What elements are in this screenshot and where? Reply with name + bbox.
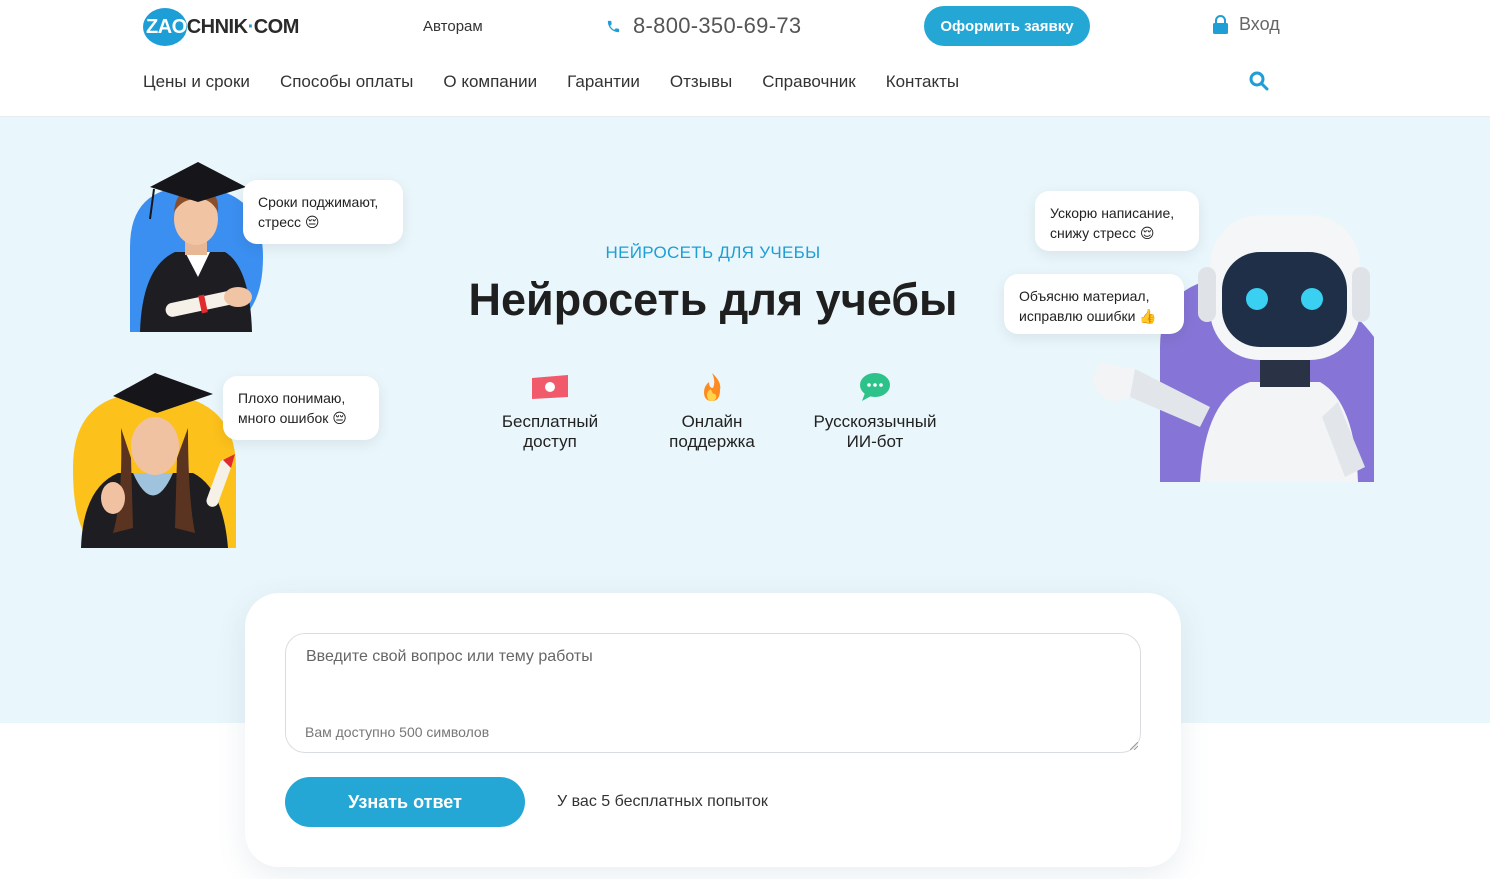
- student-female-illustration: [73, 373, 236, 548]
- fire-icon: [704, 373, 721, 401]
- nav-item-reference[interactable]: Справочник: [762, 72, 856, 92]
- money-icon: [532, 375, 568, 399]
- question-input[interactable]: [286, 634, 1140, 712]
- nav-item-prices[interactable]: Цены и сроки: [143, 72, 250, 92]
- order-button[interactable]: Оформить заявку: [924, 6, 1090, 46]
- nav-item-reviews[interactable]: Отзывы: [670, 72, 732, 92]
- nav-item-payment[interactable]: Способы оплаты: [280, 72, 413, 92]
- phone-icon: [607, 20, 620, 32]
- nav-item-guarantees[interactable]: Гарантии: [567, 72, 640, 92]
- site-header: ZAOCHNIK·COM Авторам 8-800-350-69-73 Офо…: [0, 0, 1490, 117]
- char-limit-hint: Вам доступно 500 символов: [305, 724, 490, 740]
- login-link[interactable]: Вход: [1212, 14, 1280, 35]
- student-female-bubble: Плохо понимаю, много ошибок 😔: [223, 376, 379, 440]
- feature-online-support: Онлайн поддержка: [632, 372, 792, 452]
- student-male-bubble: Сроки поджимают, стресс 😔: [243, 180, 403, 244]
- main-nav: Цены и сроки Способы оплаты О компании Г…: [143, 72, 989, 92]
- login-label: Вход: [1239, 14, 1280, 34]
- nav-item-contacts[interactable]: Контакты: [886, 72, 959, 92]
- logo-text: ZAOCHNIK·COM: [146, 16, 299, 38]
- feature-free-access: Бесплатный доступ: [470, 372, 630, 452]
- attempts-remaining: У вас 5 бесплатных попыток: [557, 793, 768, 810]
- robot-bubble-top: Ускорю написание, снижу стресс 😌: [1035, 191, 1199, 251]
- authors-link[interactable]: Авторам: [423, 18, 483, 35]
- search-icon[interactable]: [1249, 71, 1269, 91]
- phone-link[interactable]: 8-800-350-69-73: [606, 13, 801, 39]
- robot-bubble-bottom: Объясню материал, исправлю ошибки 👍: [1004, 274, 1184, 334]
- question-field-wrapper: Вам доступно 500 символов: [285, 633, 1141, 753]
- question-form-card: Вам доступно 500 символов Узнать ответ У…: [245, 593, 1181, 867]
- lock-icon: [1213, 14, 1228, 34]
- resize-handle-icon[interactable]: [1130, 742, 1138, 750]
- phone-number: 8-800-350-69-73: [633, 13, 802, 38]
- get-answer-button[interactable]: Узнать ответ: [285, 777, 525, 827]
- logo[interactable]: ZAOCHNIK·COM: [143, 8, 299, 46]
- chat-icon: [860, 373, 890, 401]
- feature-russian-bot: Русскоязычный ИИ-бот: [795, 372, 955, 452]
- nav-item-about[interactable]: О компании: [443, 72, 537, 92]
